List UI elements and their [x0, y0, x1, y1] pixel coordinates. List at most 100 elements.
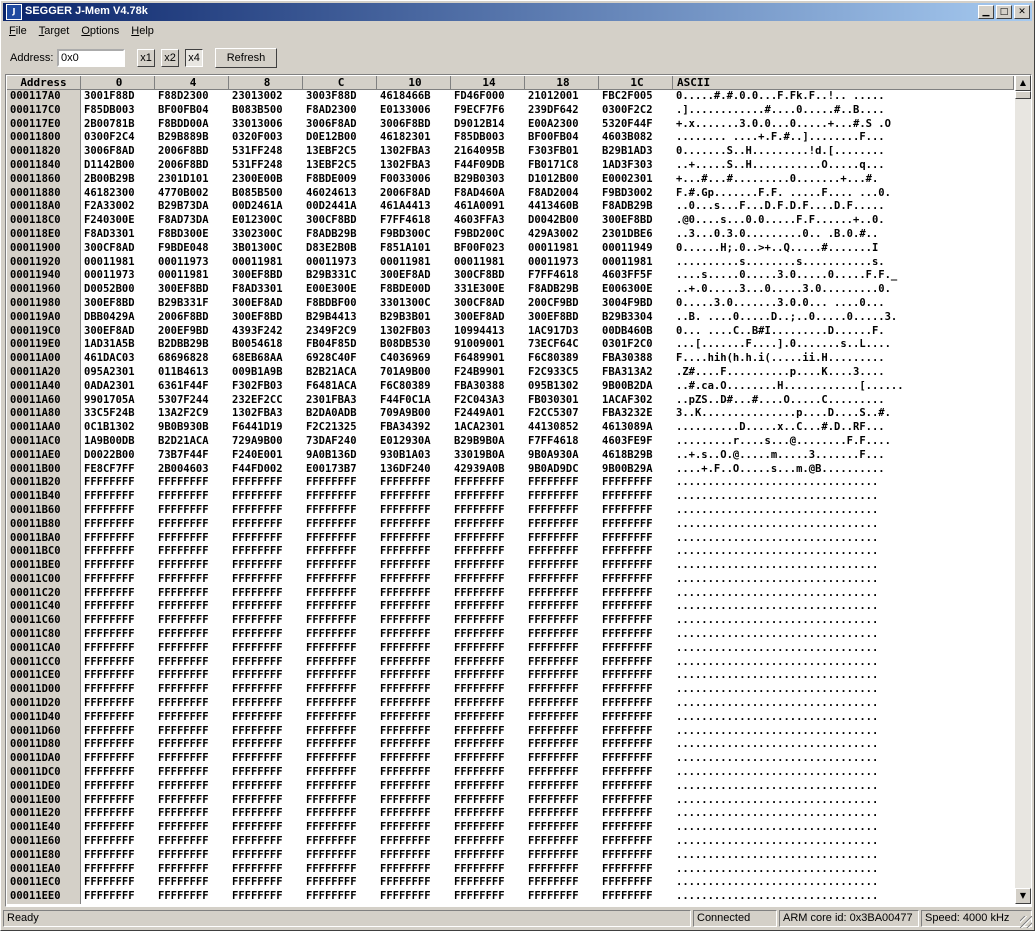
ascii-cell[interactable]: ................................ — [673, 849, 1014, 863]
memory-word[interactable]: FFFFFFFF — [599, 545, 673, 559]
ascii-cell[interactable]: ....+.F..O.....s...m.@B.......... — [673, 463, 1014, 477]
memory-word[interactable]: 4393F242 — [229, 325, 303, 339]
ascii-cell[interactable]: ................................ — [673, 807, 1014, 821]
memory-word[interactable]: FFFFFFFF — [599, 752, 673, 766]
maximize-button[interactable]: □ — [996, 5, 1012, 19]
memory-word[interactable]: F8AD3301 — [229, 283, 303, 297]
memory-word[interactable]: C4036969 — [377, 352, 451, 366]
memory-word[interactable]: FFFFFFFF — [303, 683, 377, 697]
memory-word[interactable]: F6481ACA — [303, 380, 377, 394]
memory-row[interactable]: 00011A20 095A2301 011B4613 009B1A9B B2B21ACA… — [7, 365, 1014, 380]
memory-word[interactable]: FFFFFFFF — [451, 863, 525, 877]
memory-word[interactable]: E012300C — [229, 214, 303, 228]
memory-row[interactable]: 00011EC0 FFFFFFFF FFFFFFFF FFFFFFFF FFFFFFFF… — [7, 876, 1014, 891]
memory-word[interactable]: FFFFFFFF — [525, 573, 599, 587]
memory-word[interactable]: 33013006 — [229, 118, 303, 132]
memory-word[interactable]: FFFFFFFF — [525, 849, 599, 863]
memory-word[interactable]: 300EF8AD — [451, 311, 525, 325]
memory-word[interactable]: 701A9B00 — [377, 366, 451, 380]
memory-word[interactable]: FFFFFFFF — [229, 504, 303, 518]
memory-row[interactable]: 00011840 D1142B00 2006F8BD 531FF248 13EBF2C5… — [7, 158, 1014, 173]
column-header-offset-c[interactable]: C — [303, 76, 377, 90]
memory-word[interactable]: 1302FBA3 — [377, 159, 451, 173]
memory-word[interactable]: FFFFFFFF — [81, 559, 155, 573]
memory-word[interactable]: 9901705A — [81, 394, 155, 408]
column-header-address[interactable]: Address — [7, 76, 81, 90]
memory-row[interactable]: 00011E00 FFFFFFFF FFFFFFFF FFFFFFFF FFFFFFFF… — [7, 793, 1014, 808]
memory-word[interactable]: 2006F8BD — [155, 159, 229, 173]
memory-word[interactable]: 00011981 — [599, 256, 673, 270]
memory-row[interactable]: 000118A0 F2A33002 B29B73DA 00D2461A 00D2441A… — [7, 200, 1014, 215]
memory-word[interactable]: 21012001 — [525, 90, 599, 104]
memory-word[interactable]: B083B500 — [229, 104, 303, 118]
memory-word[interactable]: FFFFFFFF — [451, 725, 525, 739]
memory-word[interactable]: FFFFFFFF — [303, 876, 377, 890]
memory-word[interactable]: F9ECF7F6 — [451, 104, 525, 118]
memory-word[interactable]: FFFFFFFF — [525, 780, 599, 794]
memory-word[interactable]: BF00F023 — [451, 242, 525, 256]
memory-word[interactable]: FFFFFFFF — [599, 614, 673, 628]
memory-word[interactable]: FFFFFFFF — [155, 821, 229, 835]
memory-word[interactable]: FFFFFFFF — [303, 669, 377, 683]
memory-row[interactable]: 00011A80 33C5F24B 13A2F2C9 1302FBA3 B2DA0ADB… — [7, 407, 1014, 422]
memory-word[interactable]: FFFFFFFF — [303, 807, 377, 821]
memory-word[interactable]: F8BD300E — [155, 228, 229, 242]
memory-word[interactable]: FBA3232E — [599, 407, 673, 421]
memory-word[interactable]: FFFFFFFF — [451, 738, 525, 752]
memory-word[interactable]: 3004F9BD — [599, 297, 673, 311]
memory-word[interactable]: FFFFFFFF — [525, 504, 599, 518]
memory-row[interactable]: 00011C40 FFFFFFFF FFFFFFFF FFFFFFFF FFFFFFFF… — [7, 600, 1014, 615]
ascii-cell[interactable]: ..3...0.3.0.........0.. .B.0.#.. — [673, 228, 1014, 242]
memory-word[interactable]: FFFFFFFF — [599, 849, 673, 863]
memory-word[interactable]: FFFFFFFF — [81, 835, 155, 849]
memory-word[interactable]: 1ACA2301 — [451, 421, 525, 435]
ascii-cell[interactable]: +.x.......3.0.0...0.....+...#.S .O — [673, 118, 1014, 132]
memory-word[interactable]: FFFFFFFF — [303, 890, 377, 904]
memory-word[interactable]: 46182301 — [377, 131, 451, 145]
memory-row[interactable]: 00011E80 FFFFFFFF FFFFFFFF FFFFFFFF FFFFFFFF… — [7, 848, 1014, 863]
ascii-cell[interactable]: ................................ — [673, 573, 1014, 587]
column-header-offset-1c[interactable]: 1C — [599, 76, 673, 90]
memory-word[interactable]: FFFFFFFF — [81, 780, 155, 794]
memory-word[interactable]: FFFFFFFF — [229, 545, 303, 559]
memory-word[interactable]: D83E2B0B — [303, 242, 377, 256]
memory-word[interactable]: 42939A0B — [451, 463, 525, 477]
memory-word[interactable]: FFFFFFFF — [451, 669, 525, 683]
memory-word[interactable]: 0320F003 — [229, 131, 303, 145]
memory-word[interactable]: FFFFFFFF — [451, 821, 525, 835]
memory-word[interactable]: 300EF8BD — [525, 311, 599, 325]
memory-word[interactable]: 00011981 — [451, 256, 525, 270]
column-header-ascii[interactable]: ASCII — [673, 76, 1014, 90]
memory-word[interactable]: 300EF8AD — [81, 325, 155, 339]
memory-word[interactable]: B2DA0ADB — [303, 407, 377, 421]
memory-word[interactable]: FFFFFFFF — [303, 780, 377, 794]
memory-word[interactable]: FFFFFFFF — [155, 711, 229, 725]
memory-row[interactable]: 00011980 300EF8BD B29B331F 300EF8AD F8BDBF00… — [7, 296, 1014, 311]
ascii-cell[interactable]: ................................ — [673, 683, 1014, 697]
memory-word[interactable]: 33C5F24B — [81, 407, 155, 421]
memory-word[interactable]: E00E300E — [303, 283, 377, 297]
memory-word[interactable]: FFFFFFFF — [303, 711, 377, 725]
memory-word[interactable]: FFFFFFFF — [377, 628, 451, 642]
menu-help[interactable]: Help — [125, 23, 160, 41]
memory-word[interactable]: FFFFFFFF — [81, 890, 155, 904]
memory-word[interactable]: FFFFFFFF — [599, 725, 673, 739]
memory-word[interactable]: FFFFFFFF — [155, 656, 229, 670]
memory-word[interactable]: FFFFFFFF — [155, 642, 229, 656]
ascii-cell[interactable]: ..+.0.....3...0.....3.0.........0. — [673, 283, 1014, 297]
memory-word[interactable]: 2B00B29B — [81, 173, 155, 187]
memory-word[interactable]: B29B331F — [155, 297, 229, 311]
memory-word[interactable]: FFFFFFFF — [303, 545, 377, 559]
memory-row[interactable]: 00011A40 0ADA2301 6361F44F F302FB03 F6481ACA… — [7, 379, 1014, 394]
memory-word[interactable]: FFFFFFFF — [377, 766, 451, 780]
memory-word[interactable]: 300CF8AD — [451, 297, 525, 311]
memory-word[interactable]: 1AD31A5B — [81, 338, 155, 352]
address-input[interactable] — [57, 49, 125, 67]
memory-row[interactable]: 00011CC0 FFFFFFFF FFFFFFFF FFFFFFFF FFFFFFFF… — [7, 655, 1014, 670]
memory-word[interactable]: FFFFFFFF — [229, 752, 303, 766]
memory-row[interactable]: 000119C0 300EF8AD 200EF9BD 4393F242 2349F2C9… — [7, 324, 1014, 339]
memory-word[interactable]: FFFFFFFF — [81, 545, 155, 559]
memory-word[interactable]: FFFFFFFF — [451, 490, 525, 504]
memory-word[interactable]: FFFFFFFF — [599, 807, 673, 821]
minimize-button[interactable]: ▁ — [978, 5, 994, 19]
